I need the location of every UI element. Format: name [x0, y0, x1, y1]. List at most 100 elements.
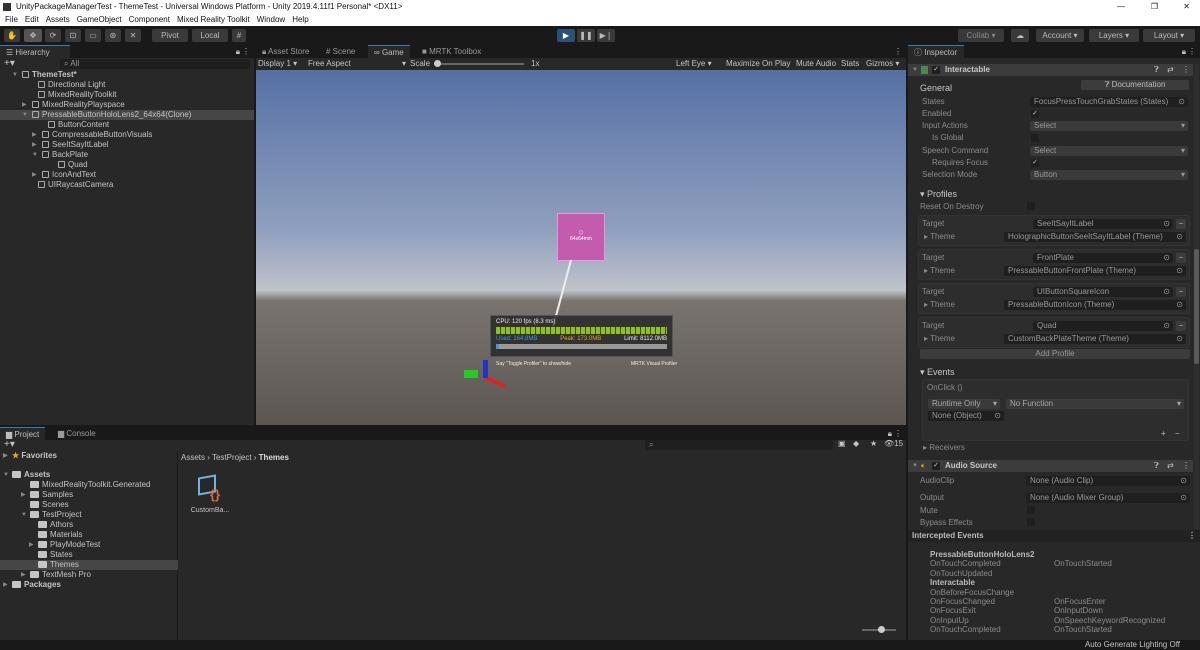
snap-icon[interactable]: # — [232, 29, 246, 42]
layout-button[interactable]: Layout ▾ — [1143, 29, 1195, 42]
collapsed-arrow-icon[interactable]: ▶ — [21, 490, 26, 500]
rotate-tool-icon[interactable]: ⟳ — [45, 29, 61, 42]
hand-tool-icon[interactable]: ✋ — [4, 29, 20, 42]
collab-button[interactable]: Collab ▾ — [958, 29, 1004, 42]
menu-icon[interactable]: ⋮ — [1188, 530, 1196, 542]
pressable-button[interactable]: ⬡ 64x64mm — [557, 213, 605, 261]
function-dropdown[interactable]: No Function ▾ — [1006, 399, 1184, 409]
gizmos-dropdown[interactable]: Gizmos ▾ — [866, 58, 899, 70]
help-icon[interactable]: ❓︎ — [1154, 65, 1159, 75]
theme-field[interactable]: HolographicButtonSeeItSayItLabel (Theme)… — [1004, 232, 1186, 242]
states-field[interactable]: FocusPressTouchGrabStates (States) ⊙ — [1030, 97, 1188, 107]
menu-icon[interactable]: ⋮ — [1188, 47, 1196, 56]
project-folder[interactable]: Materials — [0, 530, 178, 540]
remove-profile-button[interactable]: − — [1176, 219, 1186, 229]
collapsed-arrow-icon[interactable]: ▶ — [3, 580, 8, 590]
project-folder[interactable]: Scenes — [0, 500, 178, 510]
custom-tool-icon[interactable]: ✕ — [125, 29, 141, 42]
field-dropdown[interactable]: Select ▾ — [1030, 146, 1188, 156]
field-checkbox[interactable]: ✓ — [1031, 110, 1039, 118]
collapsed-arrow-icon[interactable]: ▶ — [21, 570, 26, 580]
collapsed-arrow-icon[interactable]: ▶ — [29, 540, 34, 550]
inspector-scrollbar[interactable] — [1194, 64, 1199, 529]
breadcrumb-item[interactable]: Assets — [181, 453, 205, 462]
component-menu-icon[interactable]: ⋮ — [1182, 65, 1190, 74]
tab-inspector[interactable]: ⓘ Inspector — [908, 45, 964, 58]
field-dropdown[interactable]: Select ▾ — [1030, 121, 1188, 131]
menu-item[interactable]: Window — [257, 15, 285, 24]
project-folder[interactable]: MixedRealityToolkit.Generated — [0, 480, 178, 490]
theme-field[interactable]: PressableButtonFrontPlate (Theme) ⊙ — [1004, 266, 1186, 276]
asset-item[interactable]: {} CustomBa... — [190, 473, 230, 514]
project-folder[interactable]: ▶ PlayModeTest — [0, 540, 178, 550]
target-field[interactable]: UIButtonSquareIcon ⊙ — [1033, 287, 1173, 297]
theme-foldout[interactable]: ▸ Theme — [924, 334, 955, 344]
remove-listener-button[interactable]: − — [1175, 429, 1180, 438]
output-field[interactable]: None (Audio Mixer Group) ⊙ — [1026, 493, 1190, 503]
eye-dropdown[interactable]: Left Eye ▾ — [676, 58, 712, 70]
pivot-button[interactable]: Pivot — [152, 29, 188, 42]
hierarchy-item[interactable]: ▼ BackPlate — [0, 150, 254, 160]
pause-button[interactable]: ❚❚ — [577, 29, 595, 42]
theme-foldout[interactable]: ▸ Theme — [924, 266, 955, 276]
local-button[interactable]: Local — [192, 29, 228, 42]
minimize-button[interactable]: — — [1117, 0, 1125, 13]
tab-console[interactable]: ▆ Console — [52, 427, 102, 440]
menu-icon[interactable]: ⋮ — [894, 47, 902, 56]
object-field[interactable]: None (Object) ⊙ — [928, 411, 1004, 421]
menu-item[interactable]: File — [5, 15, 18, 24]
enabled-checkbox[interactable]: ✓ — [932, 66, 940, 74]
presets-icon[interactable]: ⇄ — [1167, 65, 1174, 74]
mute-audio-toggle[interactable]: Mute Audio — [796, 58, 836, 70]
project-folder[interactable]: ▶ TextMesh Pro — [0, 570, 178, 580]
hierarchy-search-input[interactable]: ⌕ All — [60, 59, 250, 69]
tab-hierarchy[interactable]: ☰ Hierarchy — [0, 45, 70, 58]
collapsed-arrow-icon[interactable]: ▶ — [32, 130, 37, 140]
theme-field[interactable]: PressableButtonIcon (Theme) ⊙ — [1004, 300, 1186, 310]
menu-item[interactable]: Mixed Reality Toolkit — [177, 15, 250, 24]
receivers-foldout[interactable]: ▸ Receivers — [923, 443, 965, 453]
field-dropdown[interactable]: Button ▾ — [1030, 170, 1188, 180]
project-folder[interactable]: ▼ Assets — [0, 470, 178, 480]
hierarchy-item[interactable]: ▶ CompressableButtonVisuals — [0, 130, 254, 140]
stats-toggle[interactable]: Stats — [841, 58, 859, 70]
hierarchy-item[interactable]: ▼ PressableButtonHoloLens2_64x64(Clone) — [0, 110, 254, 120]
display-dropdown[interactable]: Display 1 ▾ — [258, 58, 306, 70]
expanded-arrow-icon[interactable]: ▼ — [32, 150, 38, 160]
expanded-arrow-icon[interactable]: ▼ — [12, 70, 18, 80]
theme-foldout[interactable]: ▸ Theme — [924, 300, 955, 310]
menu-item[interactable]: Help — [292, 15, 308, 24]
move-tool-icon[interactable]: ✥ — [24, 29, 42, 42]
lock-icon[interactable]: 🔒︎ — [236, 47, 240, 57]
add-profile-button[interactable]: Add Profile — [920, 349, 1190, 359]
mute-checkbox[interactable] — [1027, 506, 1035, 514]
menu-item[interactable]: Component — [129, 15, 170, 24]
runtime-dropdown[interactable]: Runtime Only ▾ — [928, 399, 1000, 409]
expanded-arrow-icon[interactable]: ▼ — [21, 510, 27, 520]
field-checkbox[interactable] — [1031, 134, 1039, 142]
hidden-packages-icon[interactable]: 👁︎15 — [884, 439, 903, 448]
project-folder[interactable]: Themes — [0, 560, 178, 570]
hierarchy-item[interactable]: MixedRealityToolkit — [0, 90, 254, 100]
maximize-button[interactable]: ❐ — [1151, 0, 1158, 13]
theme-foldout[interactable]: ▸ Theme — [924, 232, 955, 242]
scale-tool-icon[interactable]: ⊡ — [65, 29, 81, 42]
hierarchy-item[interactable]: ▼ ThemeTest* — [0, 70, 254, 80]
transform-tool-icon[interactable]: ⊛ — [105, 29, 121, 42]
component-header-audio-source[interactable]: ▼ 🔈︎ ✓ Audio Source ❓︎ ⇄ ⋮ — [908, 460, 1193, 472]
theme-field[interactable]: CustomBackPlateTheme (Theme) ⊙ — [1004, 334, 1186, 344]
reset-on-destroy-checkbox[interactable] — [1027, 202, 1035, 210]
collapsed-arrow-icon[interactable]: ▶ — [32, 170, 37, 180]
hierarchy-item[interactable]: Directional Light — [0, 80, 254, 90]
lock-icon[interactable]: 🔒︎ — [888, 429, 892, 439]
target-field[interactable]: SeeItSayItLabel ⊙ — [1033, 219, 1173, 229]
favorites-item[interactable]: ▶ ★ Favorites — [0, 451, 178, 461]
collapsed-arrow-icon[interactable]: ▶ — [32, 140, 37, 150]
account-button[interactable]: Account ▾ — [1036, 29, 1084, 42]
breadcrumb-item[interactable]: Themes — [259, 453, 289, 462]
expanded-arrow-icon[interactable]: ▼ — [3, 470, 9, 480]
target-field[interactable]: FrontPlate ⊙ — [1033, 253, 1173, 263]
filter-type-icon[interactable]: ▣ — [838, 439, 846, 448]
aspect-dropdown[interactable]: Free Aspect ▾ — [308, 58, 406, 70]
hierarchy-item[interactable]: ▶ MixedRealityPlayspace — [0, 100, 254, 110]
